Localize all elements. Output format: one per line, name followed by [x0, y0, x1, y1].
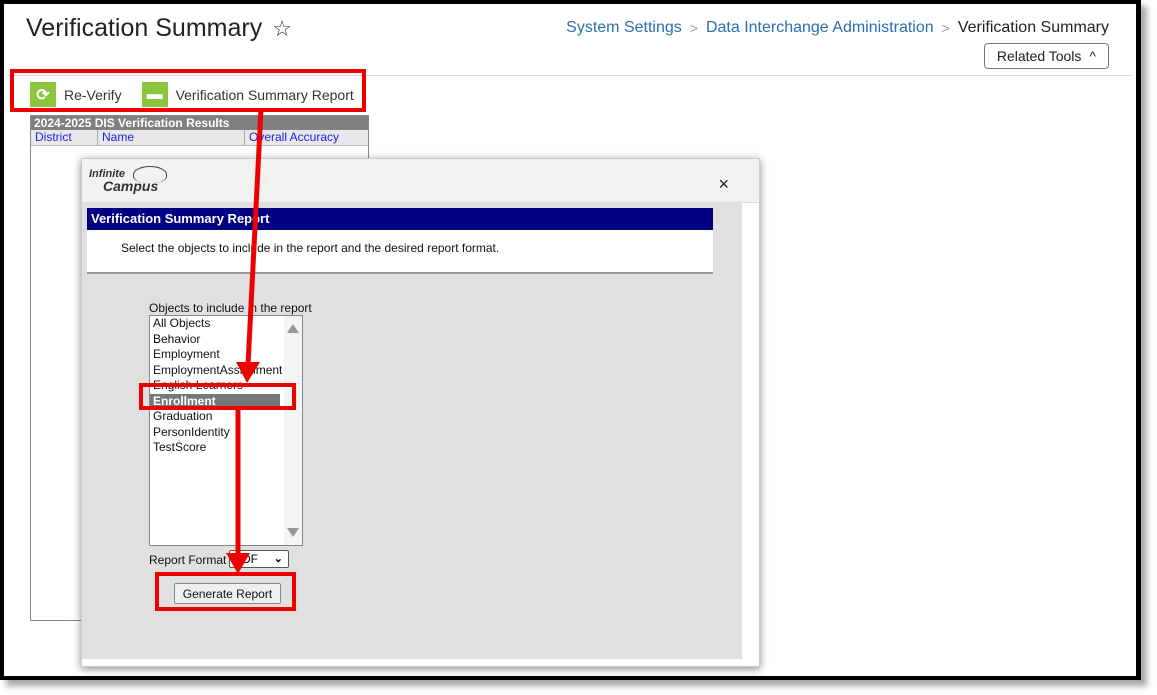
chevron-down-icon: ⌄: [273, 553, 283, 565]
cloud-icon: [133, 166, 167, 183]
breadcrumb-system-settings[interactable]: System Settings: [566, 19, 682, 37]
list-item-selected[interactable]: Enrollment: [150, 393, 280, 409]
column-name[interactable]: Name: [98, 130, 245, 145]
generate-report-button[interactable]: Generate Report: [174, 583, 281, 604]
refresh-icon: ⟳: [30, 82, 56, 107]
breadcrumb: System Settings > Data Interchange Admin…: [566, 19, 1109, 37]
infinite-campus-logo: Infinite Campus: [89, 166, 167, 193]
column-overall-accuracy[interactable]: Overall Accuracy: [245, 130, 368, 145]
column-district[interactable]: District: [31, 130, 98, 145]
report-label: Verification Summary Report: [175, 86, 354, 103]
page-title-text: Verification Summary: [26, 14, 263, 42]
scroll-down-icon[interactable]: [287, 528, 299, 537]
report-format-value: PDF: [234, 552, 258, 566]
results-header-row: District Name Overall Accuracy: [31, 130, 368, 146]
printer-icon: ▬: [141, 82, 168, 107]
related-tools-button[interactable]: Related Tools ^: [983, 43, 1109, 69]
related-tools-label: Related Tools: [996, 48, 1082, 64]
chevron-right-icon: >: [689, 20, 698, 36]
report-format-select[interactable]: PDF ⌄: [229, 550, 289, 568]
breadcrumb-data-interchange[interactable]: Data Interchange Administration: [706, 19, 934, 37]
list-item[interactable]: Behavior: [150, 332, 280, 348]
reverify-label: Re-Verify: [64, 86, 122, 103]
list-item[interactable]: Graduation: [150, 409, 280, 425]
star-icon[interactable]: ☆: [272, 16, 292, 42]
list-item[interactable]: All Objects: [150, 316, 280, 332]
close-icon[interactable]: ×: [718, 174, 729, 195]
report-title: Verification Summary Report: [87, 208, 713, 230]
list-item[interactable]: Employment: [150, 347, 280, 363]
list-item[interactable]: English Learners: [150, 378, 280, 394]
listbox-scrollbar[interactable]: [284, 316, 302, 545]
scroll-up-icon[interactable]: [287, 324, 299, 333]
modal-scrollbar[interactable]: [743, 203, 759, 659]
list-item[interactable]: TestScore: [150, 440, 280, 456]
app-window: Verification Summary ☆ System Settings >…: [0, 0, 1141, 680]
page-title: Verification Summary ☆: [26, 14, 292, 43]
reverify-button[interactable]: ⟳ Re-Verify: [30, 82, 122, 107]
results-title: 2024-2025 DIS Verification Results: [31, 116, 368, 130]
list-item[interactable]: EmploymentAssignment: [150, 363, 282, 379]
verification-summary-report-button[interactable]: ▬ Verification Summary Report: [141, 82, 354, 107]
chevron-up-icon: ^: [1089, 48, 1096, 64]
toolbar: ⟳ Re-Verify ▬ Verification Summary Repor…: [30, 82, 354, 107]
objects-label: Objects to include in the report: [149, 301, 312, 315]
modal-body: Verification Summary Report Select the o…: [82, 203, 742, 659]
report-modal: Infinite Campus × Verification Summary R…: [81, 158, 760, 667]
modal-header: Infinite Campus ×: [82, 159, 759, 203]
objects-listbox[interactable]: All Objects Behavior Employment Employme…: [149, 315, 303, 546]
report-description: Select the objects to include in the rep…: [87, 230, 713, 274]
header-divider: [8, 75, 1131, 76]
report-format-label: Report Format: [149, 553, 227, 567]
chevron-right-icon: >: [941, 20, 950, 36]
list-item[interactable]: PersonIdentity: [150, 425, 280, 441]
description-text: Select the objects to include in the rep…: [121, 241, 500, 255]
breadcrumb-current: Verification Summary: [957, 19, 1109, 36]
